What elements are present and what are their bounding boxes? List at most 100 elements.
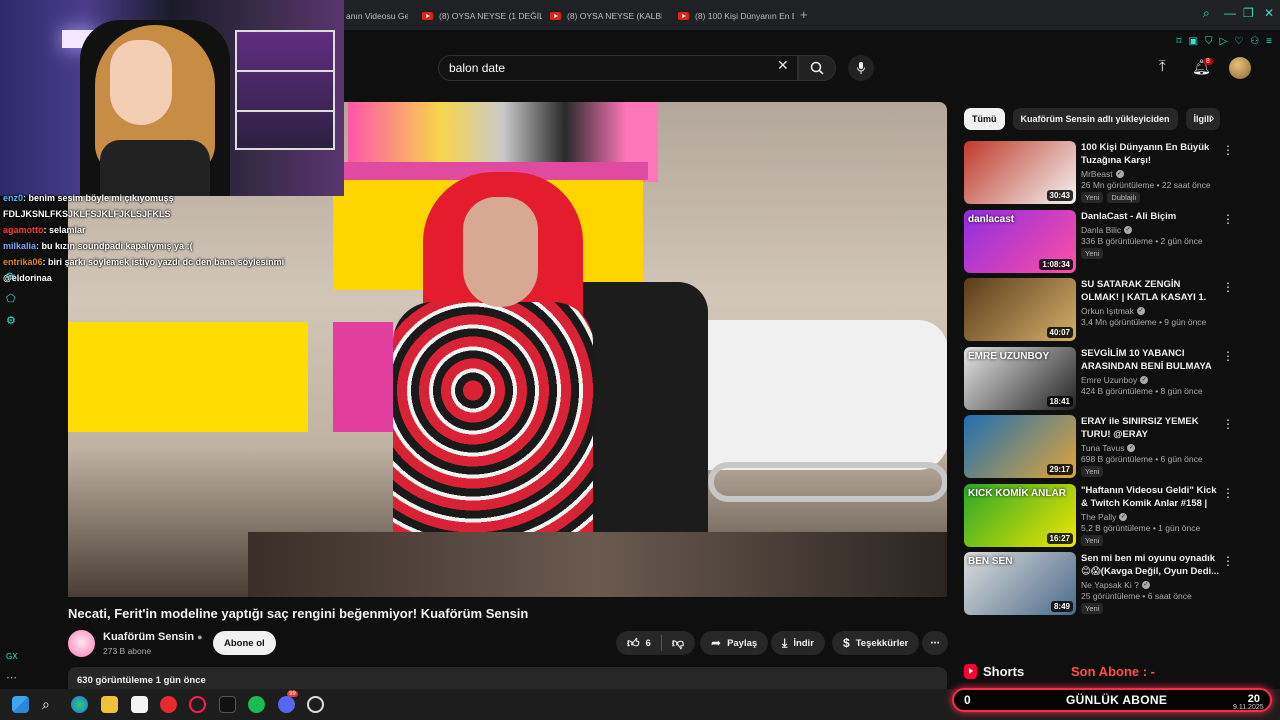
file-explorer-icon[interactable] bbox=[101, 696, 118, 713]
edge-icon[interactable] bbox=[71, 696, 88, 713]
spotify-icon[interactable] bbox=[248, 696, 265, 713]
player-icon[interactable]: ▷ bbox=[1220, 36, 1228, 47]
browser-tab[interactable]: (8) 100 Kişi Dünyanın En B bbox=[678, 6, 794, 26]
more-vert-icon[interactable]: ⋮ bbox=[1222, 417, 1234, 431]
chip-from-uploader[interactable]: Kuaförüm Sensin adlı yükleyiciden bbox=[1012, 108, 1178, 130]
channel-name[interactable]: Kuaförüm Sensin ● bbox=[103, 631, 203, 643]
opera-gx-icon[interactable] bbox=[189, 696, 206, 713]
more-actions-button[interactable]: ⋯ bbox=[922, 631, 948, 655]
video-title[interactable]: ERAY ile SINIRSIZ YEMEK TURU! @ERAY bbox=[1081, 415, 1221, 441]
more-vert-icon[interactable]: ⋮ bbox=[1222, 349, 1234, 363]
share-button[interactable]: ➦ Paylaş bbox=[700, 631, 769, 655]
recommendation-item[interactable]: 40:07 SU SATARAK ZENGİN OLMAK! | KATLA KA… bbox=[964, 278, 1236, 347]
video-title[interactable]: Sen mi ben mi oyunu oynadık 😊😱(Kavga Değ… bbox=[1081, 552, 1221, 578]
video-title[interactable]: "Haftanın Videosu Geldi" Kick & Twitch K… bbox=[1081, 484, 1221, 510]
video-title[interactable]: 100 Kişi Dünyanın En Büyük Tuzağına Karş… bbox=[1081, 141, 1221, 167]
extension-icon[interactable]: ⬠ bbox=[6, 292, 26, 305]
recommendation-item[interactable]: EMRE UZUNBOY 18:41 SEVGİLİM 10 YABANCI ARA… bbox=[964, 346, 1236, 416]
streamer-face bbox=[110, 40, 172, 125]
like-count[interactable]: 6 bbox=[646, 638, 651, 649]
bookmark-icon[interactable]: ⌑ bbox=[1176, 36, 1181, 47]
more-vert-icon[interactable]: ⋮ bbox=[1222, 280, 1234, 294]
chevron-right-icon[interactable]: › bbox=[1210, 110, 1214, 125]
more-vert-icon[interactable]: ⋮ bbox=[1222, 143, 1234, 157]
voice-search-button[interactable] bbox=[848, 55, 874, 81]
video-thumbnail[interactable]: danlacast 1:08:34 bbox=[964, 209, 1076, 273]
taskbar-date[interactable]: 9.11.2025 bbox=[1233, 704, 1264, 711]
divider bbox=[660, 635, 662, 651]
channel-avatar[interactable] bbox=[68, 630, 95, 657]
search-tabs-icon[interactable]: ⌕ bbox=[1203, 6, 1210, 21]
settings-icon[interactable]: ⚙ bbox=[6, 314, 26, 327]
new-tab-button[interactable]: + bbox=[800, 7, 808, 22]
chip-related[interactable]: İlgili bbox=[1185, 108, 1220, 130]
badge-row: Yeni bbox=[1081, 466, 1221, 477]
heart-icon[interactable]: ♡ bbox=[1234, 36, 1243, 47]
channel-name[interactable]: MrBeast bbox=[1081, 169, 1113, 179]
chat-text: FDLJKSNLFKSJKLFSJKLFJKLSJFKLS bbox=[3, 209, 171, 219]
video-thumbnail[interactable]: 30:43 bbox=[964, 141, 1076, 204]
windows-start-icon[interactable] bbox=[12, 696, 29, 713]
more-vert-icon[interactable]: ⋮ bbox=[1222, 212, 1234, 226]
app-icon[interactable] bbox=[219, 696, 236, 713]
app-icon[interactable] bbox=[160, 696, 177, 713]
recommendation-item[interactable]: KICK KOMİK ANLAR 16:27 "Haftanın Videosu G… bbox=[964, 483, 1236, 553]
browser-tab[interactable]: (8) OYSA NEYSE (1 DEĞİL bbox=[422, 6, 542, 26]
video-duration: 30:43 bbox=[1046, 190, 1073, 201]
download-button[interactable]: ⤓ İndir bbox=[771, 631, 825, 655]
browser-tab[interactable]: anın Videosu Ge bbox=[346, 6, 408, 26]
channel-name[interactable]: Orkun Işıtmak bbox=[1081, 306, 1134, 316]
channel-name[interactable]: Ne Yapsak Ki ? bbox=[1081, 580, 1139, 590]
chat-message: enz0: benim sesim böyle mi çıkıyomuşş bbox=[0, 190, 340, 206]
like-icon[interactable]: 👍︎ bbox=[627, 636, 640, 651]
upload-icon[interactable]: ⤒ bbox=[1159, 58, 1166, 75]
channel-name[interactable]: Emre Uzunboy bbox=[1081, 375, 1137, 385]
user-avatar[interactable] bbox=[1229, 57, 1251, 79]
close-window-icon[interactable]: ✕ bbox=[1264, 6, 1274, 20]
channel-name[interactable]: Danla Bilic bbox=[1081, 225, 1121, 235]
search-input[interactable] bbox=[449, 61, 769, 75]
chat-username: milkalia bbox=[3, 241, 37, 251]
video-thumbnail[interactable]: 29:17 bbox=[964, 415, 1076, 478]
clear-search-icon[interactable]: ✕ bbox=[777, 57, 789, 74]
channel-name[interactable]: The Pally bbox=[1081, 512, 1116, 522]
recommendation-item[interactable]: 29:17 ERAY ile SINIRSIZ YEMEK TURU! @ERAY… bbox=[964, 415, 1236, 484]
badge-row: Yeni bbox=[1081, 534, 1221, 546]
video-thumbnail[interactable]: 40:07 bbox=[964, 278, 1076, 341]
subscribe-button[interactable]: Abone ol bbox=[213, 631, 276, 655]
browser-tab[interactable]: (8) OYSA NEYSE (KALBİN bbox=[550, 6, 662, 26]
search-icon[interactable]: ⌕ bbox=[42, 696, 59, 713]
more-vert-icon[interactable]: ⋮ bbox=[1222, 554, 1234, 568]
gx-corner-label[interactable]: GX bbox=[6, 652, 26, 661]
dislike-icon[interactable]: 👎︎ bbox=[672, 636, 684, 651]
video-title[interactable]: SEVGİLİM 10 YABANCI ARASINDAN BENİ BULMA… bbox=[1081, 347, 1221, 373]
recommendation-item[interactable]: danlacast 1:08:34 DanlaCast - Ali Biçim Dan… bbox=[964, 209, 1236, 279]
more-vert-icon[interactable]: ⋮ bbox=[1222, 486, 1234, 500]
menu-icon[interactable]: ≡ bbox=[1266, 36, 1272, 47]
app-icon[interactable] bbox=[131, 696, 148, 713]
app-icon[interactable] bbox=[307, 696, 324, 713]
maximize-icon[interactable]: ❐ bbox=[1243, 6, 1254, 20]
discord-icon[interactable] bbox=[278, 696, 295, 713]
video-thumbnail[interactable]: KICK KOMİK ANLAR 16:27 bbox=[964, 483, 1076, 547]
account-icon[interactable]: ⚇ bbox=[1250, 36, 1259, 47]
snapshot-icon[interactable]: ▣ bbox=[1189, 36, 1198, 47]
video-duration: 29:17 bbox=[1046, 464, 1073, 475]
thanks-button[interactable]: $ Teşekkürler bbox=[832, 631, 920, 655]
video-title[interactable]: SU SATARAK ZENGİN OLMAK! | KATLA KASAYI … bbox=[1081, 278, 1221, 304]
shield-icon[interactable]: ⛉ bbox=[1205, 36, 1213, 47]
streamer-webcam bbox=[0, 0, 344, 196]
channel-name[interactable]: Tuna Tavus bbox=[1081, 443, 1124, 453]
browser-sidebar: ⟳ ⬠ ⚙ bbox=[6, 270, 26, 327]
recommendation-item[interactable]: 30:43 100 Kişi Dünyanın En Büyük Tuzağına… bbox=[964, 141, 1236, 210]
background-shelf bbox=[235, 30, 335, 150]
video-thumbnail[interactable]: BEN SEN 8:49 bbox=[964, 552, 1076, 615]
video-title[interactable]: DanlaCast - Ali Biçim bbox=[1081, 210, 1221, 223]
chip-all[interactable]: Tümü bbox=[964, 108, 1005, 130]
minimize-icon[interactable]: — bbox=[1224, 6, 1236, 20]
more-icon[interactable]: ⋯ bbox=[6, 671, 26, 684]
video-thumbnail[interactable]: EMRE UZUNBOY 18:41 bbox=[964, 346, 1076, 410]
search-button[interactable] bbox=[798, 55, 836, 81]
refresh-icon[interactable]: ⟳ bbox=[6, 270, 26, 283]
recommendation-item[interactable]: BEN SEN 8:49 Sen mi ben mi oyunu oynadık 😊… bbox=[964, 552, 1236, 621]
